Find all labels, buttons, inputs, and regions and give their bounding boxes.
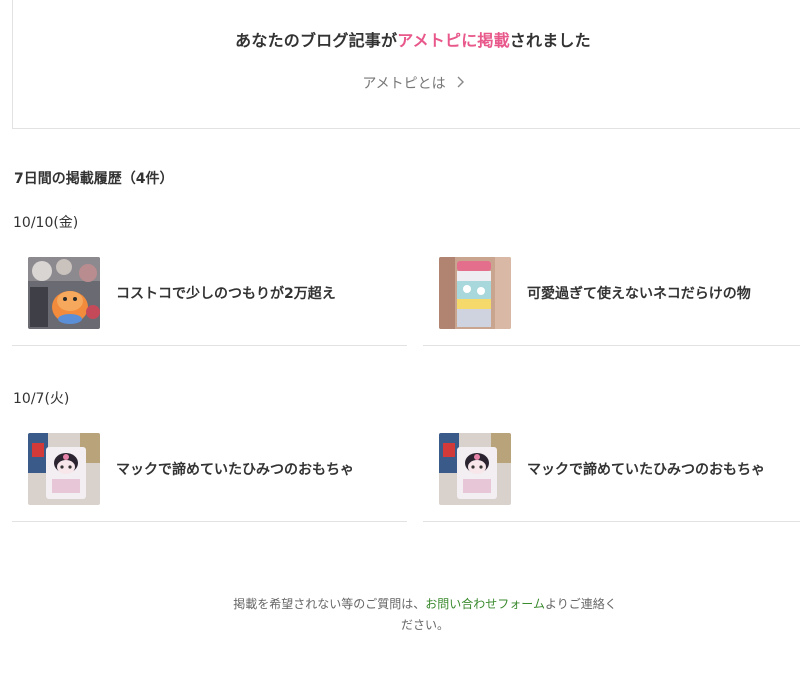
about-ametopi-label: アメトピとは <box>362 76 446 92</box>
date-label: 10/7(火) <box>13 391 70 407</box>
article-card[interactable]: マックで諦めていたひみつのおもちゃ <box>12 433 407 522</box>
banner-title-highlight: アメトピに掲載 <box>397 31 510 50</box>
article-card[interactable]: マックで諦めていたひみつのおもちゃ <box>423 433 800 522</box>
article-thumbnail <box>28 433 100 505</box>
footer-text: 掲載を希望されない等のご質問は、 <box>233 597 426 611</box>
footer-text-suffix: よりご連絡く <box>544 597 617 611</box>
chevron-right-icon <box>456 76 464 92</box>
article-card[interactable]: 可愛過ぎて使えないネコだらけの物 <box>423 257 800 346</box>
about-ametopi-link[interactable]: アメトピとは <box>13 73 800 93</box>
article-title: 可愛過ぎて使えないネコだらけの物 <box>527 286 751 302</box>
history-heading: 7日間の掲載履歴（4件） <box>14 171 174 187</box>
banner-title-text: あなたのブログ記事が <box>235 31 398 50</box>
footer-text-line2: ださい。 <box>400 618 449 632</box>
date-label: 10/10(金) <box>13 215 79 231</box>
article-thumbnail <box>439 433 511 505</box>
ametopi-banner: あなたのブログ記事がアメトピに掲載されました アメトピとは <box>12 0 800 129</box>
footer-note: 掲載を希望されない等のご質問は、お問い合わせフォームよりご連絡く ださい。 <box>150 594 700 636</box>
article-card[interactable]: コストコで少しのつもりが2万超え <box>12 257 407 346</box>
article-title: マックで諦めていたひみつのおもちゃ <box>116 462 354 478</box>
article-thumbnail <box>439 257 511 329</box>
banner-title-suffix: されました <box>509 31 591 50</box>
article-title: マックで諦めていたひみつのおもちゃ <box>527 462 765 478</box>
article-thumbnail <box>28 257 100 329</box>
banner-title: あなたのブログ記事がアメトピに掲載されました <box>13 27 800 51</box>
article-title: コストコで少しのつもりが2万超え <box>116 286 336 302</box>
contact-form-link[interactable]: お問い合わせフォーム <box>425 597 545 611</box>
